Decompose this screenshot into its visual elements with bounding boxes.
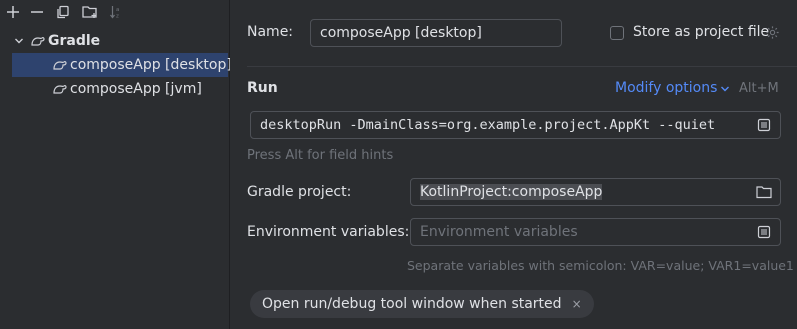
env-variables-hint: Separate variables with semicolon: VAR=v… [407, 258, 794, 273]
run-configuration-dialog: az Gradle composeApp [desktop] composeAp… [0, 0, 797, 329]
expand-field-icon[interactable] [756, 224, 772, 240]
chevron-down-icon[interactable] [720, 82, 732, 94]
env-variables-label: Environment variables: [247, 224, 410, 240]
gradle-project-label: Gradle project: [247, 184, 352, 200]
tasks-input[interactable]: desktopRun -DmainClass=org.example.proje… [250, 111, 781, 139]
gradle-icon [52, 57, 68, 73]
configurations-panel: az Gradle composeApp [desktop] composeAp… [0, 0, 232, 329]
folder-icon[interactable] [756, 184, 772, 200]
tree-item-compose-desktop[interactable]: composeApp [desktop] [12, 53, 232, 77]
option-chip-label: Open run/debug tool window when started [262, 296, 562, 312]
tree-item-label: composeApp [jvm] [70, 81, 202, 97]
tree-item-label: composeApp [desktop] [70, 57, 232, 73]
tasks-input-value: desktopRun -DmainClass=org.example.proje… [260, 117, 716, 133]
settings-gear-icon[interactable] [765, 25, 781, 41]
store-as-project-label[interactable]: Store as project file [633, 24, 769, 40]
option-chip[interactable]: Open run/debug tool window when started … [250, 290, 594, 318]
store-as-project-checkbox[interactable] [610, 26, 624, 40]
configurations-toolbar: az [0, 0, 229, 24]
configuration-form: Name: composeApp [desktop] Store as proj… [230, 0, 797, 329]
copy-icon[interactable] [53, 2, 73, 22]
gradle-project-input[interactable]: KotlinProject:composeApp [410, 178, 781, 206]
section-divider [247, 66, 797, 67]
name-input-value: composeApp [desktop] [320, 25, 482, 41]
close-icon[interactable]: × [572, 297, 582, 311]
env-variables-placeholder: Environment variables [420, 224, 578, 240]
name-input[interactable]: composeApp [desktop] [310, 19, 562, 47]
tree-group-gradle[interactable]: Gradle [0, 29, 229, 53]
modify-options-link[interactable]: Modify options [615, 80, 717, 96]
gradle-icon [52, 81, 68, 97]
gradle-project-value: KotlinProject:composeApp [420, 184, 603, 200]
run-section-title: Run [247, 80, 278, 96]
field-hint-text: Press Alt for field hints [247, 148, 394, 163]
env-variables-input[interactable]: Environment variables [410, 218, 781, 246]
add-icon[interactable] [3, 2, 23, 22]
expand-field-icon[interactable] [756, 117, 772, 133]
svg-text:z: z [116, 14, 119, 20]
name-label: Name: [247, 24, 294, 40]
gradle-icon [30, 33, 46, 49]
tree-group-label: Gradle [48, 33, 101, 49]
new-folder-icon[interactable] [80, 2, 100, 22]
remove-icon[interactable] [27, 2, 47, 22]
modify-options-shortcut: Alt+M [739, 81, 779, 96]
sort-icon[interactable]: az [106, 2, 126, 22]
svg-text:a: a [116, 7, 119, 13]
tree-item-compose-jvm[interactable]: composeApp [jvm] [12, 77, 228, 101]
chevron-down-icon[interactable] [12, 34, 26, 48]
